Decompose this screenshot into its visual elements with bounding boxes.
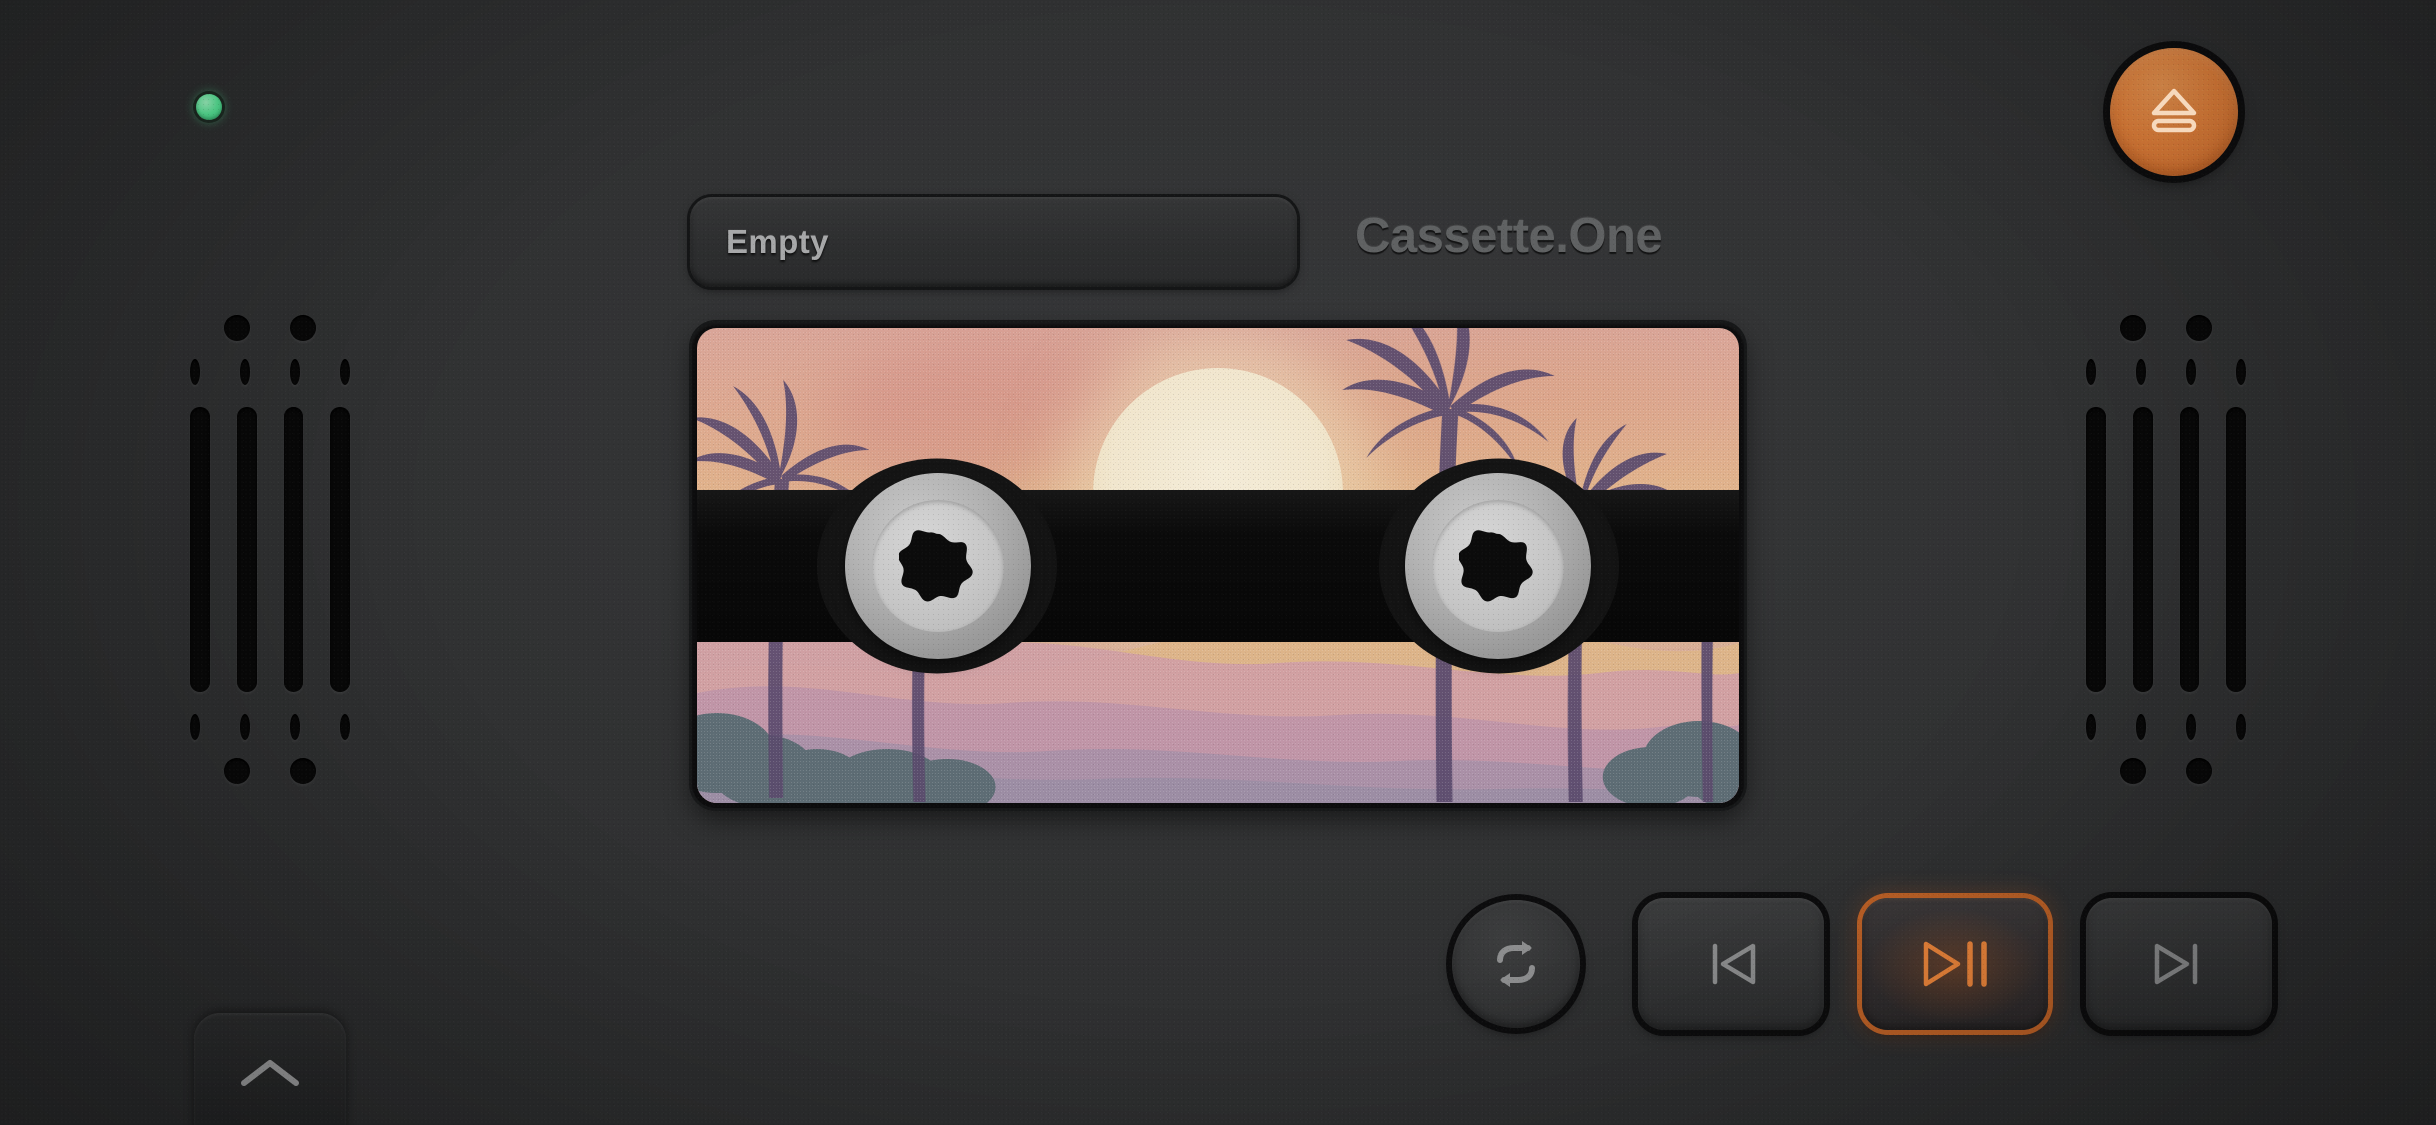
grille-dot-row [190, 359, 350, 385]
play-pause-button[interactable] [1862, 898, 2048, 1030]
grille-dot [2236, 714, 2246, 740]
grille-dot [340, 359, 350, 385]
previous-track-icon [1703, 936, 1759, 992]
cassette-reel-left [845, 472, 1031, 659]
reel-inner-ring [1432, 499, 1564, 632]
speaker-grille-right [2086, 315, 2246, 810]
cassette-artwork [697, 328, 1739, 803]
tape-window [697, 458, 1739, 673]
playlist-drawer-button[interactable] [194, 1013, 346, 1125]
reel-hub-icon [1459, 527, 1537, 605]
grille-slot [236, 407, 257, 692]
grille-dot [340, 714, 350, 740]
grille-dot [2186, 315, 2212, 341]
grille-slot [330, 407, 350, 692]
next-track-button[interactable] [2086, 898, 2272, 1030]
track-display-panel[interactable]: Empty [690, 197, 1297, 287]
cassette-window[interactable] [692, 323, 1744, 808]
next-track-icon [2151, 936, 2207, 992]
grille-dot [2120, 315, 2146, 341]
grille-dot [240, 359, 250, 385]
grille-slot [2132, 407, 2153, 692]
grille-dot-row [190, 714, 350, 740]
grille-dot [2120, 758, 2146, 784]
cassette-reel-right [1405, 472, 1591, 659]
grille-dot [2236, 359, 2246, 385]
grille-dot [2186, 359, 2196, 385]
grille-slot [190, 407, 210, 692]
grille-slot [2226, 407, 2246, 692]
eject-icon [2146, 85, 2202, 140]
power-led-lamp [196, 94, 222, 120]
grille-dot [2086, 714, 2096, 740]
repeat-icon [1488, 938, 1544, 990]
grille-dot [290, 359, 300, 385]
power-led [196, 94, 222, 120]
previous-track-button[interactable] [1638, 898, 1824, 1030]
grille-slot-row [2086, 407, 2246, 692]
grille-dot-row [2086, 315, 2246, 341]
grille-slot-row [190, 407, 350, 692]
cassette-player-device: Empty Cassette.One [0, 0, 2436, 1125]
grille-dot-row [190, 758, 350, 784]
grille-dot [2136, 359, 2146, 385]
grille-dot-row [2086, 714, 2246, 740]
track-title-text: Empty [726, 223, 829, 260]
grille-dot [290, 315, 316, 341]
grille-dot [290, 714, 300, 740]
grille-dot-row [2086, 359, 2246, 385]
grille-dot [290, 758, 316, 784]
grille-dot [190, 714, 200, 740]
cloud-wash [1297, 328, 1677, 458]
repeat-button[interactable] [1452, 900, 1580, 1028]
chevron-up-icon [238, 1055, 302, 1125]
grille-slot [2086, 407, 2106, 692]
grille-dot [190, 359, 200, 385]
reel-hub-icon [899, 527, 977, 605]
reel-inner-ring [872, 499, 1004, 632]
grille-dot [2086, 359, 2096, 385]
grille-dot [224, 315, 250, 341]
app-wordmark: Cassette.One [1355, 209, 1663, 263]
grille-dot-row [190, 315, 350, 341]
grille-dot [224, 758, 250, 784]
grille-dot [2186, 758, 2212, 784]
transport-controls [1452, 898, 2272, 1030]
grille-slot [283, 407, 304, 692]
speaker-grille-left [190, 315, 350, 810]
grille-dot [2186, 714, 2196, 740]
grille-dot [2136, 714, 2146, 740]
eject-button[interactable] [2110, 48, 2238, 176]
grille-dot-row [2086, 758, 2246, 784]
grille-dot [240, 714, 250, 740]
grille-slot [2179, 407, 2200, 692]
play-pause-icon [1920, 936, 1990, 992]
